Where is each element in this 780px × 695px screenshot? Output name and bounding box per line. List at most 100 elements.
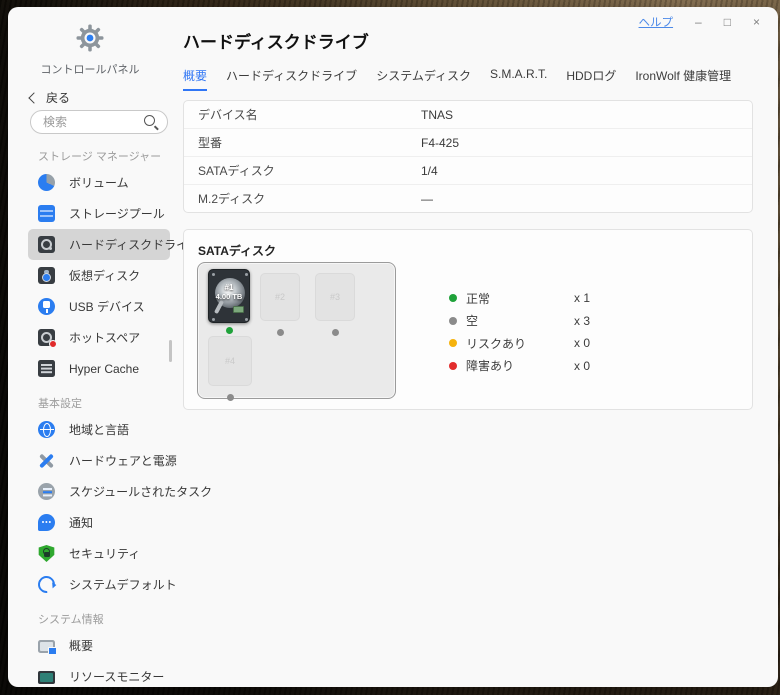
info-value: —	[421, 192, 433, 206]
usb-device-icon	[38, 298, 55, 315]
info-label: SATAディスク	[198, 162, 275, 179]
chevron-left-icon	[28, 92, 39, 103]
sidebar-item-label: リソースモニター	[69, 668, 164, 685]
sidebar-item[interactable]: スケジュールされたタスク	[28, 476, 170, 507]
sidebar-item[interactable]: リソースモニター	[28, 661, 170, 687]
sidebar-item[interactable]: ボリューム	[28, 167, 170, 198]
legend-count: x 0	[574, 359, 590, 373]
bay-text: #14.00 TB	[209, 262, 249, 322]
sidebar-section-label: ストレージ マネージャー	[28, 145, 170, 167]
sata-disk-card: SATAディスク #14.00 TB#2#3#4 正常x 1空x 3リスクありx…	[183, 229, 753, 410]
legend-row: 障害あり x 0	[449, 355, 679, 378]
info-value: 1/4	[421, 164, 438, 178]
tab-bar: 概要ハードディスクドライブシステムディスク S.M.A.R.T. HDDログ Iron…	[183, 67, 778, 91]
bay-id-label: #4	[225, 356, 235, 366]
scheduled-tasks-icon	[38, 483, 55, 500]
legend-count: x 0	[574, 336, 590, 350]
overview-icon	[38, 640, 55, 653]
bay-id-label: #2	[275, 292, 285, 302]
sidebar-section-label: 基本設定	[28, 392, 170, 414]
back-button[interactable]: 戻る	[30, 89, 70, 106]
sidebar-item[interactable]: USB デバイス	[28, 291, 170, 322]
sidebar-item-label: 地域と言語	[69, 421, 129, 438]
sidebar-scrollbar-thumb[interactable]	[169, 340, 172, 362]
sidebar-section-label: システム情報	[28, 608, 170, 630]
security-icon	[38, 545, 55, 562]
sidebar-item-label: 概要	[69, 637, 93, 654]
sidebar-item[interactable]: ハードディスクドライブ	[28, 229, 170, 260]
info-value: TNAS	[421, 108, 453, 122]
app-title: コントロールパネル	[8, 61, 172, 77]
sidebar-item-label: Hyper Cache	[69, 362, 139, 376]
sidebar-item[interactable]: 通知	[28, 507, 170, 538]
region-language-icon	[38, 421, 55, 438]
bay-id-label: #3	[330, 292, 340, 302]
tab-4[interactable]: HDDログ	[566, 67, 616, 91]
virtual-disk-icon	[38, 267, 55, 284]
disk-bay[interactable]: #3	[315, 273, 355, 321]
bay-id-label: #1	[225, 283, 234, 292]
resource-monitor-icon	[38, 671, 55, 684]
tab-1[interactable]: ハードディスクドライブ	[226, 67, 357, 91]
legend-label: 障害あり	[466, 357, 514, 374]
sidebar-item[interactable]: 仮想ディスク	[28, 260, 170, 291]
sata-section-title: SATAディスク	[198, 242, 276, 259]
sidebar-item[interactable]: システムデフォルト	[28, 569, 170, 600]
legend-status-dot	[449, 294, 457, 302]
sidebar-item[interactable]: ストレージプール	[28, 198, 170, 229]
info-label: 型番	[198, 134, 222, 151]
maximize-button[interactable]: □	[724, 16, 731, 28]
control-panel-window: ヘルプ – □ × コントロールパネル 戻る	[8, 7, 778, 687]
disk-bay[interactable]: #2	[260, 273, 300, 321]
legend-status-dot	[449, 317, 457, 325]
info-label: M.2ディスク	[198, 190, 265, 207]
tab-5[interactable]: IronWolf 健康管理	[635, 67, 731, 91]
bay-status-dot	[332, 329, 339, 336]
sidebar-item-label: ストレージプール	[69, 205, 165, 222]
disk-status-legend: 正常x 1空x 3リスクありx 0障害ありx 0	[449, 287, 679, 377]
sidebar-item[interactable]: Hyper Cache	[28, 353, 170, 384]
sidebar-item-label: ホットスペア	[69, 329, 140, 346]
bay-capacity-label: 4.00 TB	[216, 292, 243, 301]
tab-2[interactable]: システムディスク	[376, 67, 471, 91]
search-box	[30, 110, 168, 134]
legend-label: 正常	[466, 290, 490, 307]
sidebar-item-label: 通知	[69, 514, 93, 531]
sidebar-item[interactable]: ホットスペア	[28, 322, 170, 353]
minimize-button[interactable]: –	[695, 16, 702, 28]
tab-3[interactable]: S.M.A.R.T.	[490, 67, 547, 91]
sidebar-item[interactable]: 概要	[28, 630, 170, 661]
hyper-cache-icon	[38, 360, 55, 377]
hdd-pcb-chip	[233, 306, 244, 313]
legend-count: x 3	[574, 314, 590, 328]
sidebar-item-label: ハードディスクドライブ	[69, 236, 200, 253]
help-link[interactable]: ヘルプ	[639, 14, 674, 30]
sidebar-item[interactable]: ハードウェアと電源	[28, 445, 170, 476]
search-input[interactable]	[31, 115, 143, 129]
info-value: F4-425	[421, 136, 459, 150]
tab-overview[interactable]: 概要	[183, 67, 207, 91]
disk-bay[interactable]: #4	[208, 336, 252, 386]
device-info-row: デバイス名 TNAS	[184, 101, 752, 128]
app-header: コントロールパネル	[8, 23, 172, 77]
control-panel-gear-icon	[75, 23, 105, 53]
legend-count: x 1	[574, 291, 590, 305]
device-info-row: 型番 F4-425	[184, 128, 752, 156]
volume-pie-icon	[38, 174, 55, 191]
close-button[interactable]: ×	[753, 16, 760, 28]
sidebar-item[interactable]: 地域と言語	[28, 414, 170, 445]
sidebar-item[interactable]: セキュリティ	[28, 538, 170, 569]
sidebar-item-label: USB デバイス	[69, 298, 145, 315]
hdd-icon	[38, 236, 55, 253]
info-label: デバイス名	[198, 106, 258, 123]
sidebar-item-label: セキュリティ	[69, 545, 140, 562]
disk-bay[interactable]: #14.00 TB	[208, 269, 250, 323]
sidebar-item-label: システムデフォルト	[69, 576, 177, 593]
notifications-icon	[38, 514, 55, 531]
legend-row: 正常 x 1	[449, 287, 679, 310]
hot-spare-icon	[38, 329, 55, 346]
bay-status-dot	[227, 394, 234, 401]
search-icon[interactable]	[143, 114, 159, 130]
legend-row: リスクありx 0	[449, 332, 679, 355]
sidebar-item-label: ハードウェアと電源	[69, 452, 177, 469]
